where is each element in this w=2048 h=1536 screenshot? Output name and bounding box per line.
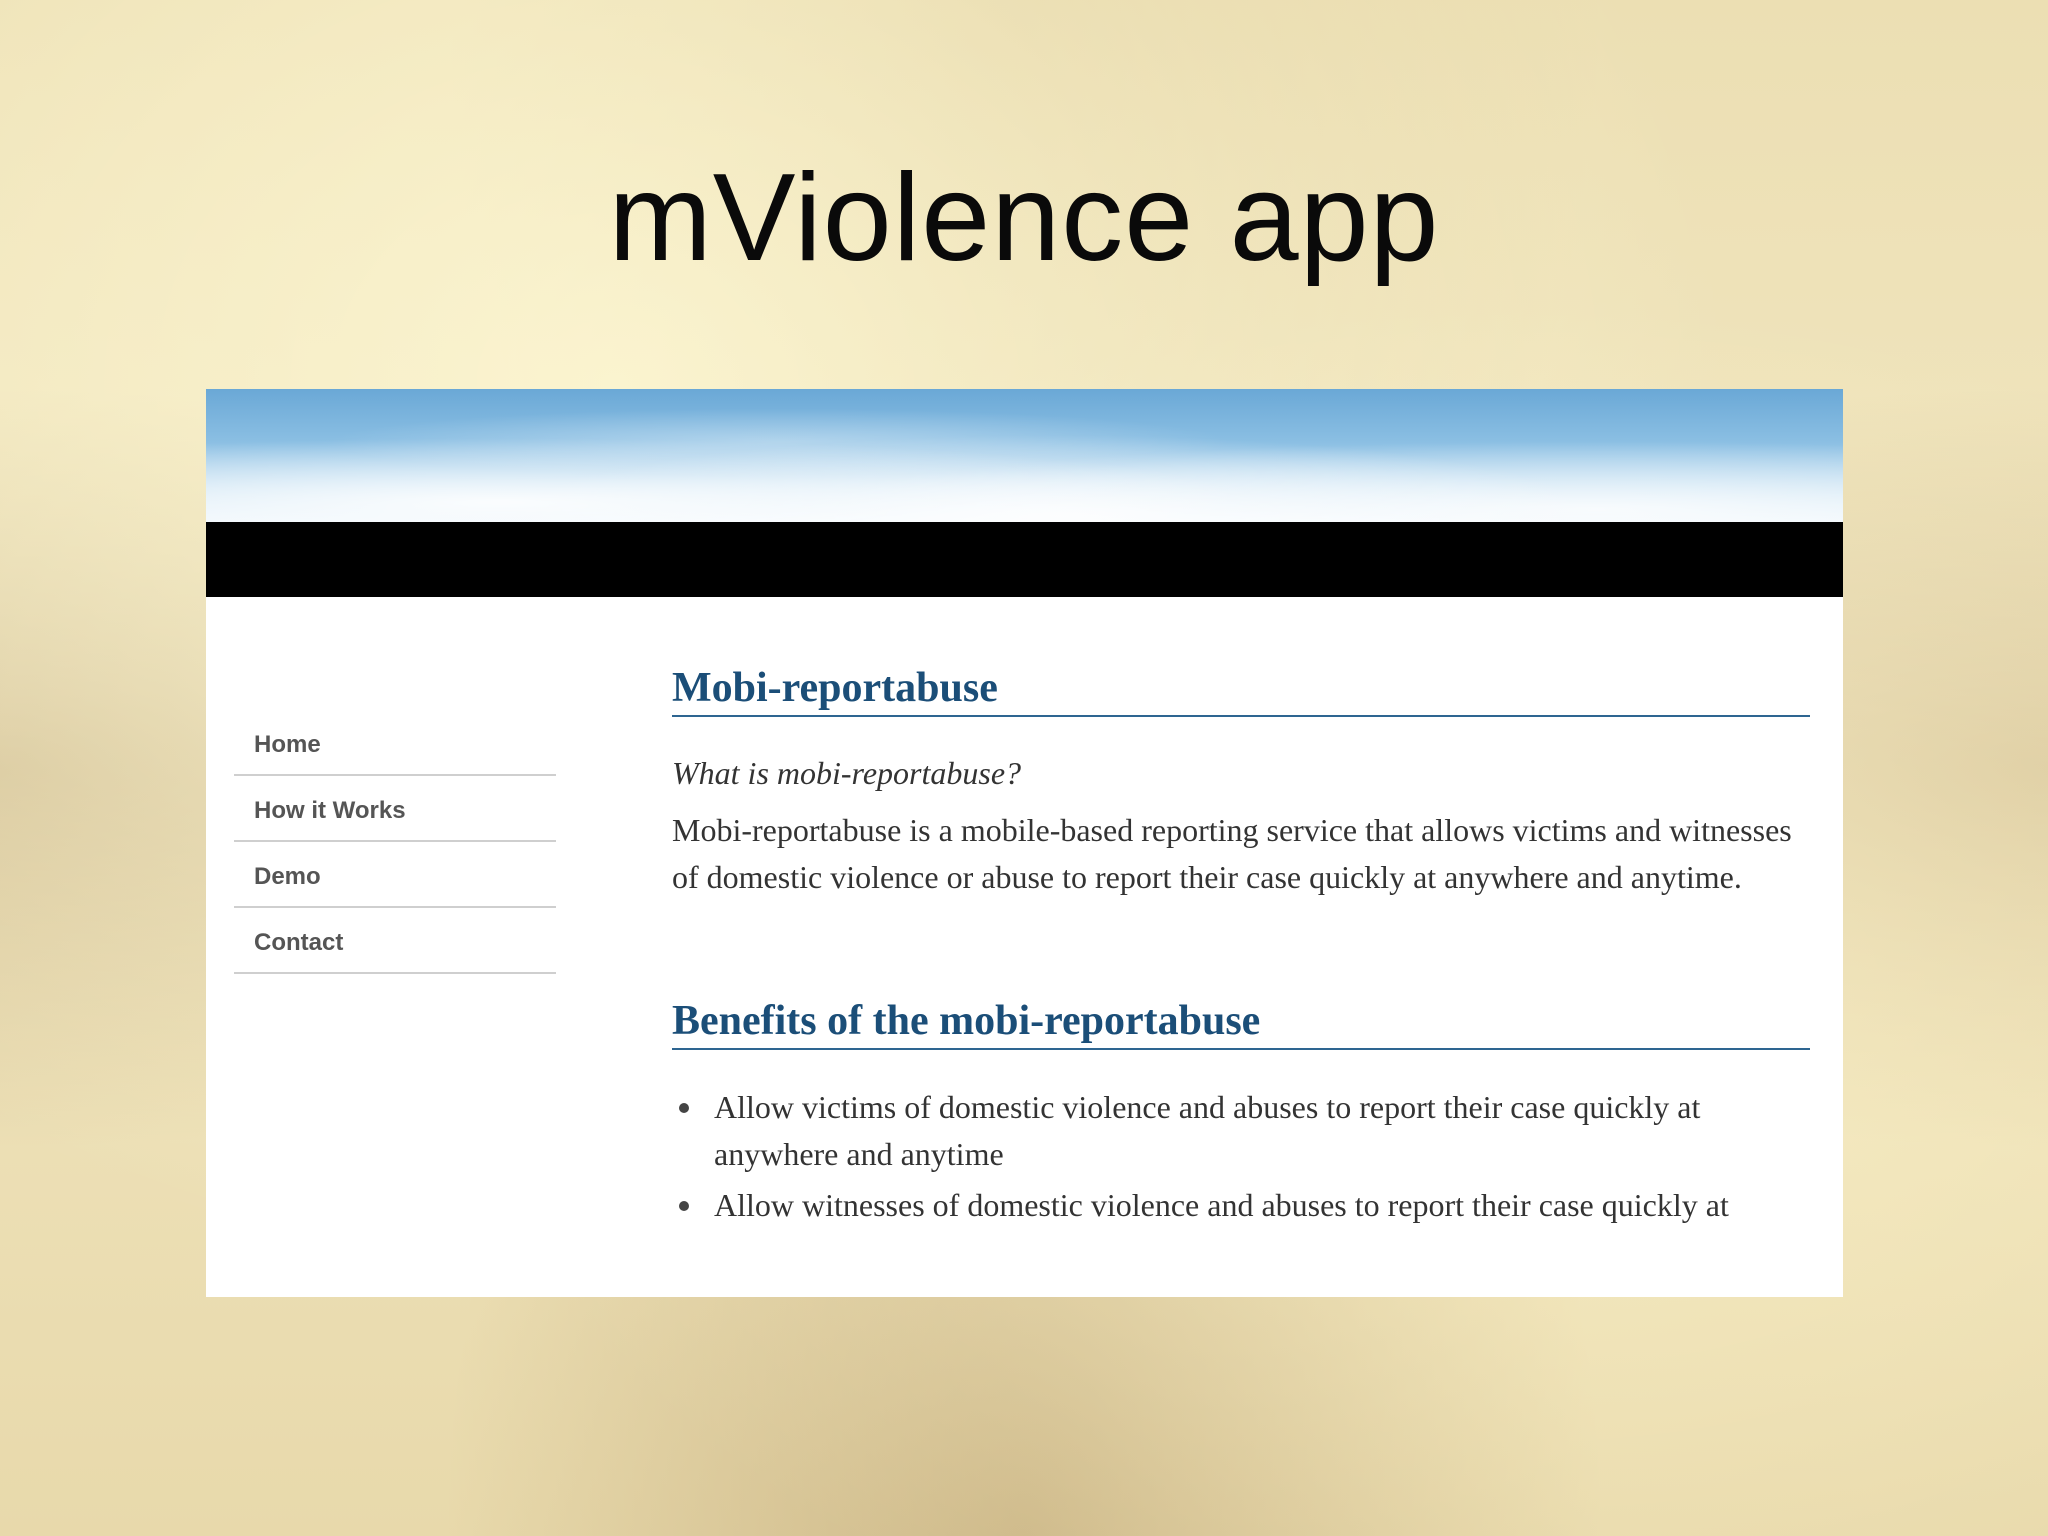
sky-banner	[206, 389, 1843, 522]
benefits-list: Allow victims of domestic violence and a…	[672, 1084, 1810, 1229]
header-bar	[206, 522, 1843, 597]
list-item: Allow victims of domestic violence and a…	[672, 1084, 1810, 1178]
nav-item-demo[interactable]: Demo	[234, 843, 556, 908]
nav-item-how-it-works[interactable]: How it Works	[234, 777, 556, 842]
list-item-text: Allow victims of domestic violence and a…	[714, 1089, 1701, 1172]
bullet-icon	[679, 1201, 689, 1211]
list-item-text: Allow witnesses of domestic violence and…	[714, 1187, 1729, 1223]
section-heading-mobi-reportabuse: Mobi-reportabuse	[672, 663, 1810, 717]
bullet-icon	[679, 1103, 689, 1113]
list-item: Allow witnesses of domestic violence and…	[672, 1182, 1810, 1229]
section-heading-benefits: Benefits of the mobi-reportabuse	[672, 996, 1810, 1050]
slide-title: mViolence app	[608, 149, 1440, 287]
nav-item-contact[interactable]: Contact	[234, 909, 556, 974]
nav-item-home[interactable]: Home	[234, 711, 556, 776]
description-paragraph: Mobi-reportabuse is a mobile-based repor…	[672, 812, 1792, 895]
slide: { "slide": { "title": "mViolence app" },…	[0, 0, 2048, 1536]
main-content: Mobi-reportabuse What is mobi-reportabus…	[672, 663, 1810, 1233]
sidebar-nav: Home How it Works Demo Contact	[234, 711, 556, 975]
section-subheading: What is mobi-reportabuse?	[672, 755, 1022, 791]
website-screenshot: Home How it Works Demo Contact Mobi-repo…	[206, 389, 1843, 1297]
